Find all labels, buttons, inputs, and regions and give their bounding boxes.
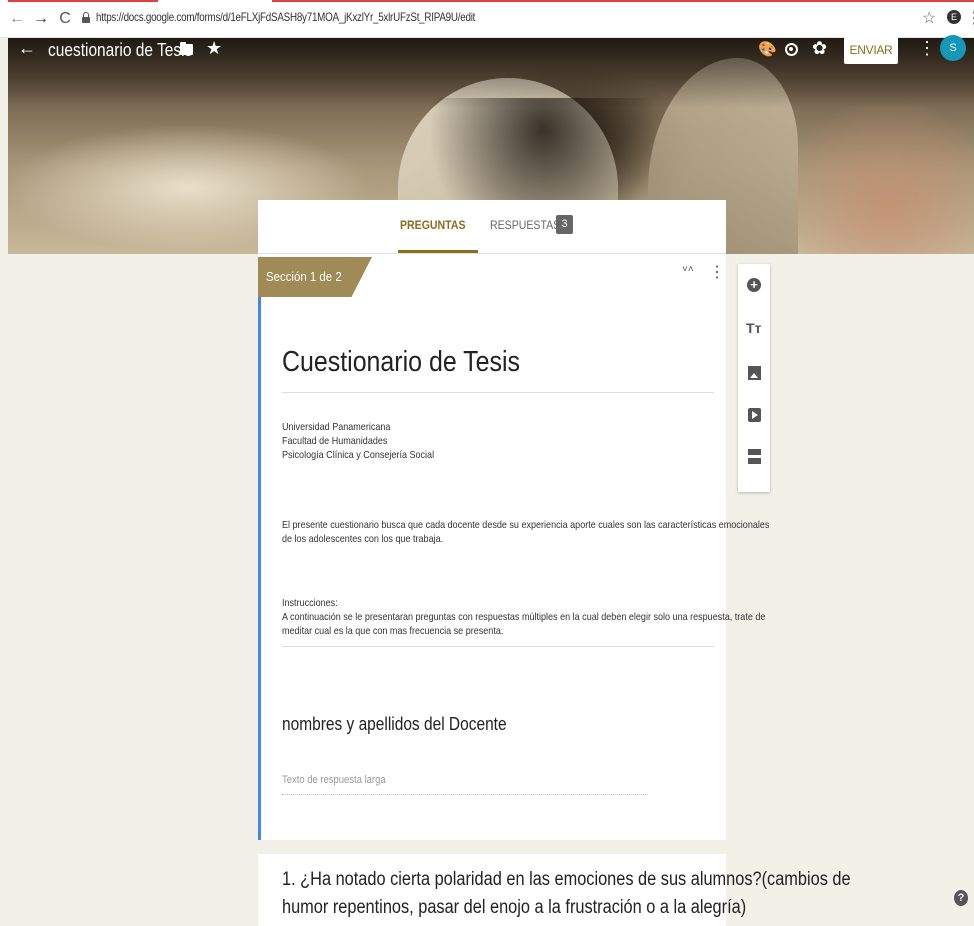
question-1-title-line[interactable]: humor repentinos, pasar del enojo a la f… — [282, 894, 746, 922]
description-line[interactable]: Facultad de Humanidades — [282, 434, 387, 448]
section-label: Sección 1 de 2 — [266, 269, 342, 284]
section-icon — [748, 449, 761, 465]
tab-questions[interactable]: PREGUNTAS — [400, 218, 466, 232]
form-title[interactable]: Cuestionario de Tesis — [282, 346, 520, 379]
lock-icon — [82, 12, 90, 23]
avatar[interactable]: S — [940, 35, 966, 61]
responses-count-badge: 3 — [556, 215, 573, 234]
description-line[interactable]: de los adolescentes con los que trabaja. — [282, 532, 443, 546]
add-section-button[interactable] — [738, 444, 770, 472]
focus-indicator — [258, 297, 261, 840]
browser-back-icon[interactable]: ← — [8, 10, 26, 28]
send-button[interactable]: ENVIAR — [844, 36, 898, 64]
add-circle-icon: + — [747, 278, 761, 292]
description-line[interactable]: Universidad Panamericana — [282, 420, 390, 434]
help-icon[interactable]: ? — [954, 890, 968, 906]
add-question-button[interactable]: + — [738, 272, 770, 300]
card-gap — [258, 840, 726, 854]
answer-underline — [282, 794, 648, 795]
tab-responses[interactable]: RESPUESTAS — [490, 218, 560, 232]
long-answer-placeholder: Texto de respuesta larga — [282, 774, 386, 786]
description-line[interactable]: Instrucciones: — [282, 596, 338, 610]
title-text-icon: Tт — [746, 320, 762, 336]
form-doc-title[interactable]: cuestionario de Tesis — [48, 40, 192, 61]
description-line[interactable]: A continuación se le presentaran pregunt… — [282, 610, 765, 624]
video-icon — [748, 408, 761, 422]
palette-icon[interactable]: 🎨 — [758, 40, 777, 58]
divider — [282, 646, 714, 647]
bookmark-star-icon[interactable]: ☆ — [922, 8, 936, 28]
add-video-button[interactable] — [738, 402, 770, 430]
add-title-button[interactable]: Tт — [738, 316, 770, 344]
back-arrow-icon[interactable]: ← — [18, 38, 36, 59]
question-title[interactable]: nombres y apellidos del Docente — [282, 714, 507, 735]
browser-forward-icon[interactable]: → — [32, 10, 50, 28]
browser-menu-icon[interactable]: ⋮ — [966, 8, 974, 28]
description-line[interactable]: Psicología Clínica y Consejería Social — [282, 448, 434, 462]
star-icon[interactable]: ★ — [206, 38, 222, 59]
section-more-icon[interactable]: ⋮ — [709, 265, 725, 281]
more-options-icon[interactable]: ⋮ — [918, 38, 936, 59]
add-image-button[interactable] — [738, 360, 770, 388]
form-tabs: PREGUNTAS RESPUESTAS 3 — [258, 200, 726, 254]
extension-icon[interactable]: E — [947, 10, 961, 24]
loading-indicator — [0, 0, 974, 2]
collapse-section-icon[interactable]: ˅˄ — [682, 265, 694, 275]
active-tab-indicator — [398, 250, 478, 253]
divider — [282, 392, 714, 393]
description-line[interactable]: meditar cual es la que con mas frecuenci… — [282, 624, 503, 638]
description-line[interactable]: El presente cuestionario busca que cada … — [282, 518, 769, 532]
browser-toolbar: ← → C https://docs.google.com/forms/d/1e… — [0, 0, 974, 38]
reload-icon[interactable]: C — [56, 10, 74, 28]
side-toolbar: + Tт — [738, 264, 770, 492]
folder-icon[interactable] — [180, 42, 193, 55]
image-icon — [748, 366, 761, 380]
address-bar[interactable]: https://docs.google.com/forms/d/1eFLXjFd… — [96, 10, 475, 24]
question-1-title-line[interactable]: 1. ¿Ha notado cierta polaridad en las em… — [282, 866, 851, 894]
gear-icon[interactable]: ✿ — [812, 38, 827, 59]
preview-eye-icon[interactable] — [785, 43, 798, 56]
